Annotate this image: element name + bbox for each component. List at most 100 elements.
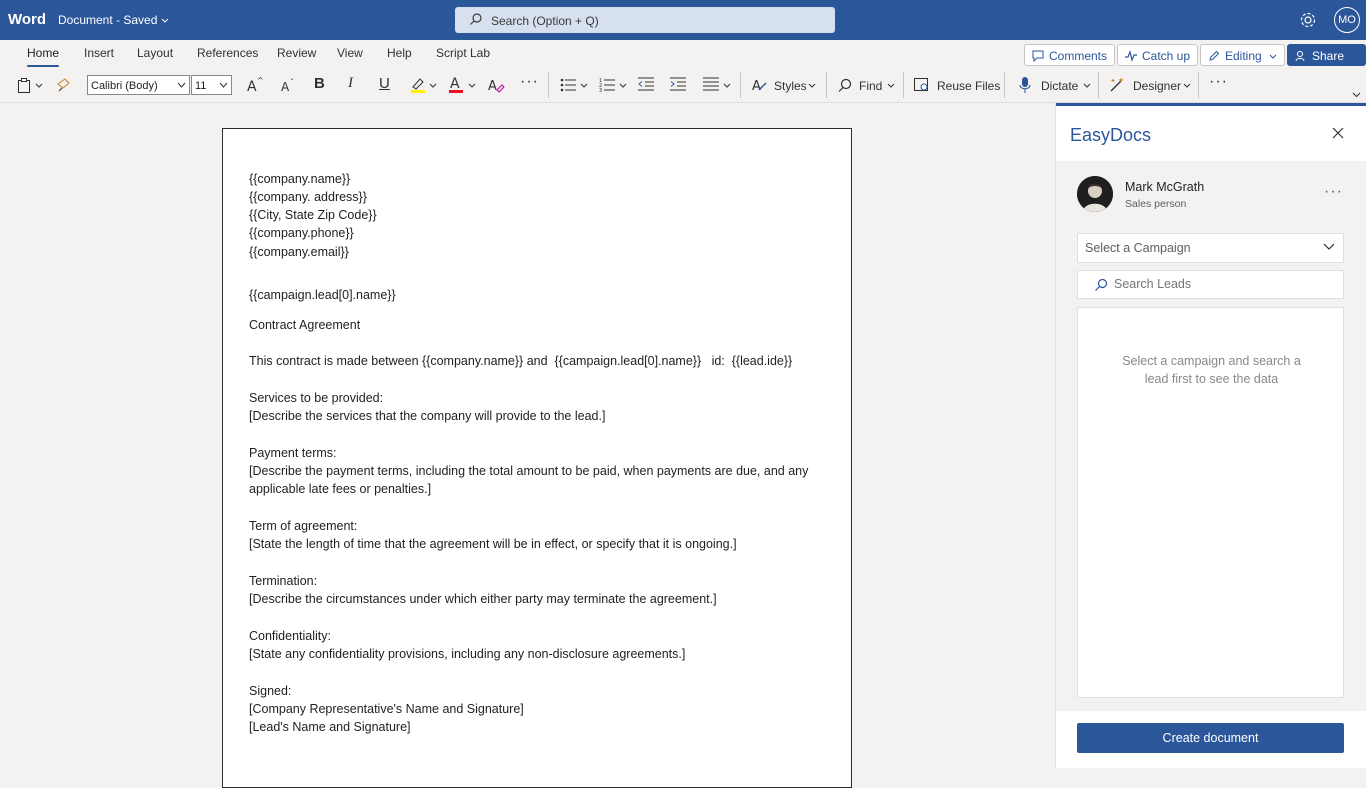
chevron-down-icon[interactable] xyxy=(1083,83,1091,89)
document-title[interactable]: Document - Saved xyxy=(58,13,169,27)
svg-text:A: A xyxy=(281,80,290,94)
share-label: Share xyxy=(1312,49,1345,63)
catch-up-button[interactable]: Catch up xyxy=(1117,44,1199,66)
tab-layout[interactable]: Layout xyxy=(137,46,173,60)
clear-formatting-icon[interactable]: A xyxy=(487,76,505,94)
svg-text:A: A xyxy=(450,76,460,92)
font-color-icon[interactable]: A xyxy=(448,75,464,94)
chevron-down-icon[interactable] xyxy=(468,83,476,89)
align-icon[interactable] xyxy=(703,77,719,92)
doc-line-lead-signature[interactable]: [Lead's Name and Signature] xyxy=(249,718,839,736)
document-page[interactable]: {{company.name}} {{company. address}} {{… xyxy=(222,128,852,788)
tab-home[interactable]: Home xyxy=(27,46,60,67)
font-size-select[interactable]: 11 xyxy=(191,75,232,95)
styles-icon[interactable]: A xyxy=(751,77,767,93)
search-leads-input[interactable] xyxy=(1114,277,1334,291)
bold-button[interactable]: B xyxy=(314,75,325,92)
tab-references[interactable]: References xyxy=(197,46,258,60)
doc-line-confidentiality-heading[interactable]: Confidentiality: xyxy=(249,627,839,645)
account-avatar[interactable]: MO xyxy=(1334,7,1360,33)
campaign-select[interactable]: Select a Campaign xyxy=(1077,233,1344,263)
doc-line-term-body[interactable]: [State the length of time that the agree… xyxy=(249,535,839,553)
app-name[interactable]: Word xyxy=(8,11,46,28)
reuse-files-icon[interactable] xyxy=(913,77,930,93)
doc-line-confidentiality-body[interactable]: [State any confidentiality provisions, i… xyxy=(249,645,839,663)
save-status: Saved xyxy=(123,13,158,27)
chevron-down-icon[interactable] xyxy=(808,83,816,89)
designer-icon[interactable] xyxy=(1109,77,1125,93)
doc-line-payment-body[interactable]: [Describe the payment terms, including t… xyxy=(249,462,839,498)
chevron-down-icon[interactable] xyxy=(619,83,627,89)
chevron-down-icon[interactable] xyxy=(887,83,895,89)
tab-review[interactable]: Review xyxy=(277,46,316,60)
doc-line-payment-heading[interactable]: Payment terms: xyxy=(249,444,839,462)
doc-line-city-state-zip[interactable]: {{City, State Zip Code}} xyxy=(249,206,839,224)
doc-line-company-address[interactable]: {{company. address}} xyxy=(249,188,839,206)
share-button[interactable]: Share xyxy=(1287,44,1366,81)
doc-line-services-body[interactable]: [Describe the services that the company … xyxy=(249,407,839,425)
search-icon xyxy=(1095,278,1108,291)
toolbar-divider xyxy=(1098,72,1099,98)
search-leads-field[interactable] xyxy=(1077,270,1344,299)
tab-help[interactable]: Help xyxy=(387,46,412,60)
share-user-icon xyxy=(1295,51,1305,62)
font-family-select[interactable]: Calibri (Body) xyxy=(87,75,190,95)
doc-line-company-email[interactable]: {{company.email}} xyxy=(249,243,839,261)
comment-icon xyxy=(1032,50,1044,62)
search-box[interactable]: Search (Option + Q) xyxy=(455,7,835,33)
chevron-down-icon xyxy=(161,18,169,23)
decrease-indent-icon[interactable] xyxy=(638,77,654,92)
comments-button[interactable]: Comments xyxy=(1024,44,1116,66)
editing-label: Editing xyxy=(1225,49,1262,63)
doc-line-company-signature[interactable]: [Company Representative's Name and Signa… xyxy=(249,700,839,718)
underline-button[interactable]: U xyxy=(379,75,390,92)
italic-button[interactable]: I xyxy=(348,75,353,92)
format-painter-icon[interactable] xyxy=(57,78,71,92)
chevron-down-icon[interactable] xyxy=(723,83,731,89)
chevron-down-icon[interactable] xyxy=(1183,83,1191,89)
doc-line-contract-heading[interactable]: Contract Agreement xyxy=(249,316,839,334)
shrink-font-icon[interactable]: Aˇ xyxy=(280,77,298,95)
doc-line-termination-body[interactable]: [Describe the circumstances under which … xyxy=(249,590,839,608)
numbering-icon[interactable]: 123 xyxy=(599,77,615,93)
find-button[interactable]: Find xyxy=(859,79,882,93)
ribbon-expand-icon[interactable] xyxy=(1352,92,1361,98)
tab-insert[interactable]: Insert xyxy=(84,46,114,60)
close-icon[interactable] xyxy=(1332,127,1344,139)
increase-indent-icon[interactable] xyxy=(670,77,686,92)
doc-line-company-phone[interactable]: {{company.phone}} xyxy=(249,224,839,242)
chevron-down-icon xyxy=(177,82,186,88)
grow-font-icon[interactable]: A ^ xyxy=(246,76,264,94)
clipboard-icon[interactable] xyxy=(17,78,31,94)
avatar xyxy=(1077,176,1113,212)
chevron-down-icon[interactable] xyxy=(429,83,437,89)
bullets-icon[interactable] xyxy=(560,78,576,92)
more-font-options-icon[interactable]: ··· xyxy=(520,73,539,91)
tab-script-lab[interactable]: Script Lab xyxy=(436,46,490,60)
doc-line-services-heading[interactable]: Services to be provided: xyxy=(249,389,839,407)
doc-line-contract-intro[interactable]: This contract is made between {{company.… xyxy=(249,352,839,370)
doc-line-lead-name[interactable]: {{campaign.lead[0].name}} xyxy=(249,286,839,304)
doc-line-term-heading[interactable]: Term of agreement: xyxy=(249,517,839,535)
gear-icon[interactable] xyxy=(1298,10,1318,30)
easydocs-panel: EasyDocs Mark McGrath Sales person ··· S… xyxy=(1055,103,1366,768)
microphone-icon[interactable] xyxy=(1019,76,1031,94)
highlight-icon[interactable] xyxy=(410,76,426,94)
find-icon[interactable] xyxy=(838,78,852,92)
doc-line-termination-heading[interactable]: Termination: xyxy=(249,572,839,590)
more-options-icon[interactable]: ··· xyxy=(1209,73,1228,91)
editing-mode-button[interactable]: Editing xyxy=(1200,44,1286,66)
reuse-files-button[interactable]: Reuse Files xyxy=(937,79,1000,93)
chevron-down-icon[interactable] xyxy=(580,83,588,89)
chevron-down-icon[interactable] xyxy=(35,83,43,89)
tab-view[interactable]: View xyxy=(337,46,363,60)
user-name: Mark McGrath xyxy=(1125,180,1205,194)
designer-button[interactable]: Designer xyxy=(1133,79,1181,93)
dictate-button[interactable]: Dictate xyxy=(1041,79,1078,93)
doc-line-company-name[interactable]: {{company.name}} xyxy=(249,170,839,188)
styles-button[interactable]: Styles xyxy=(774,79,807,93)
doc-line-signed-heading[interactable]: Signed: xyxy=(249,682,839,700)
create-document-button[interactable]: Create document xyxy=(1077,723,1344,753)
user-more-options-icon[interactable]: ··· xyxy=(1324,183,1343,201)
empty-state-message: Select a campaign and search a lead firs… xyxy=(1122,354,1301,386)
